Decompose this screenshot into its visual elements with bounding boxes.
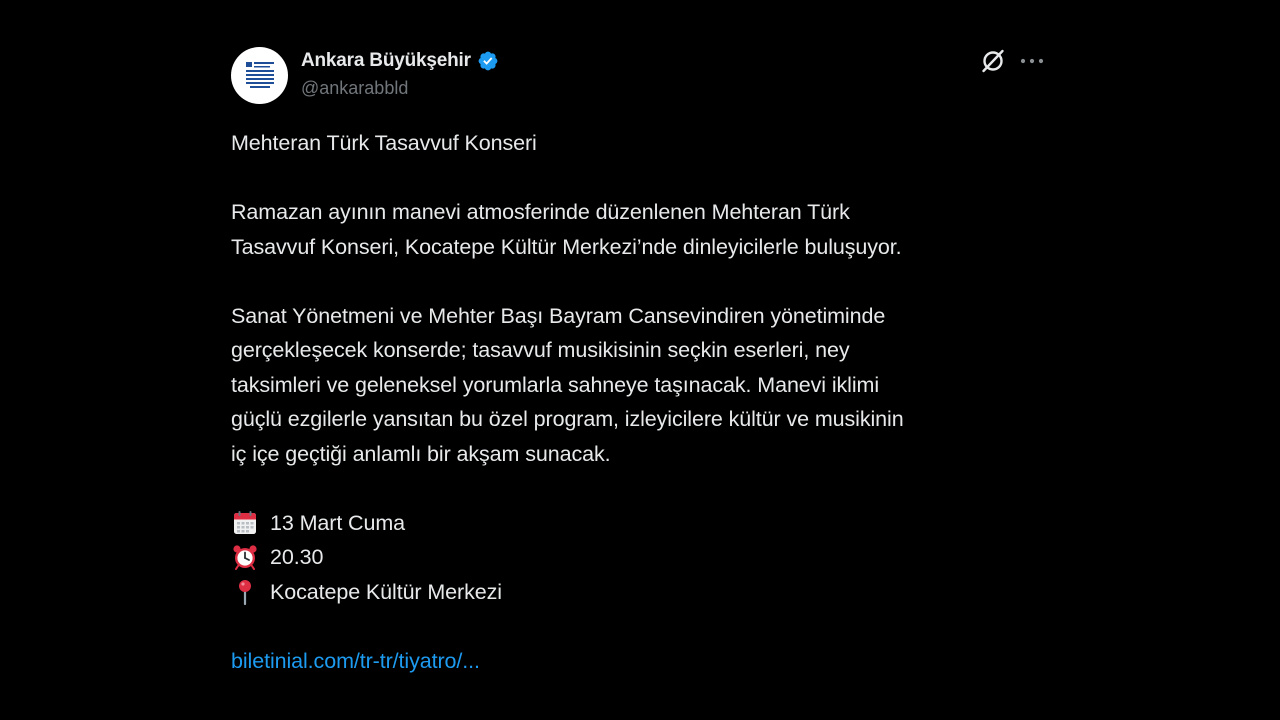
alarm-clock-icon (231, 543, 259, 571)
event-time-line: 20.30 (231, 540, 1041, 575)
event-date-line: 13 Mart Cuma (231, 506, 1041, 541)
tweet-card: Ankara Büyükşehir @ankarabbld Mehteran T… (231, 44, 1051, 704)
paragraph2-line: Sanat Yönetmeni ve Mehter Başı Bayram Ca… (231, 303, 886, 328)
author-name-row: Ankara Büyükşehir (301, 49, 499, 73)
grok-icon[interactable] (980, 48, 1006, 74)
round-pushpin-icon (231, 578, 259, 606)
more-horizontal-icon[interactable] (1019, 51, 1045, 71)
calendar-icon (231, 509, 259, 537)
paragraph2-line: iç içe geçtiği anlamlı bir akşam sunacak… (231, 441, 611, 466)
event-location-line: Kocatepe Kültür Merkezi (231, 575, 1041, 610)
paragraph1-line: Tasavvuf Konseri, Kocatepe Kültür Merkez… (231, 234, 902, 259)
tweet-title: Mehteran Türk Tasavvuf Konseri (231, 131, 537, 155)
author-handle[interactable]: @ankarabbld (301, 78, 408, 99)
tweet-text: Mehteran Türk Tasavvuf Konseri Ramazan a… (231, 126, 1041, 678)
paragraph2-line: taksimleri ve geleneksel yorumlarla sahn… (231, 372, 880, 397)
event-time: 20.30 (270, 545, 324, 569)
event-date: 13 Mart Cuma (270, 510, 406, 535)
ticket-link[interactable]: biletinial.com/tr-tr/tiyatro/... (231, 649, 480, 673)
author-avatar[interactable] (231, 47, 288, 104)
ankara-municipality-logo-icon (245, 61, 274, 88)
event-location: Kocatepe Kültür Merkezi (270, 579, 502, 604)
paragraph2-line: güçlü ezgilerle yansıtan bu özel program… (231, 407, 904, 431)
verified-badge-icon (478, 51, 498, 71)
paragraph1-line: Ramazan ayının manevi atmosferinde düzen… (231, 200, 850, 224)
paragraph2-line: gerçekleşecek konserde; tasavvuf musikis… (231, 338, 850, 362)
author-display-name[interactable]: Ankara Büyükşehir (301, 50, 471, 72)
